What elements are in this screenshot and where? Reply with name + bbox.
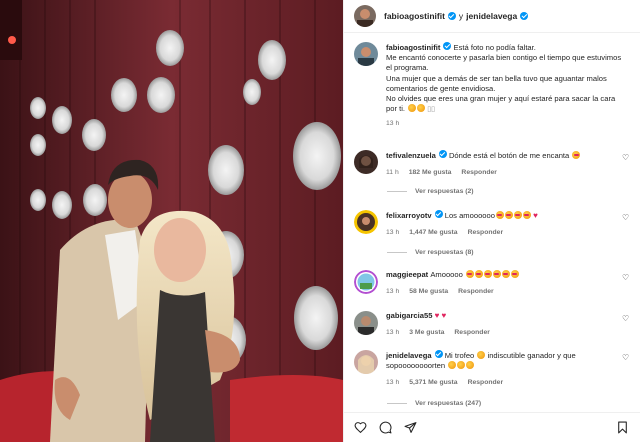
post-caption: fabioagostinifit Está foto no podía falt… — [354, 42, 634, 130]
box-glyph-icon: ▯▯ — [427, 106, 435, 114]
heart-eyes-emoji-icon — [474, 270, 483, 278]
heart-eyes-emoji-icon — [513, 211, 522, 219]
verified-icon — [434, 350, 443, 358]
smiley-emoji-icon — [477, 351, 486, 359]
view-replies-button[interactable]: Ver respuestas (2) — [387, 188, 474, 195]
verified-icon — [447, 12, 456, 20]
caption-avatar[interactable] — [354, 42, 378, 66]
face-emoji-icon — [457, 361, 466, 370]
post-panel: fabioagostinifit y jenidelavega fabioago… — [343, 0, 640, 442]
reply-button[interactable]: Responder — [458, 287, 494, 297]
share-icon[interactable] — [404, 421, 417, 434]
reply-button[interactable]: Responder — [454, 328, 490, 338]
verified-icon — [438, 150, 447, 158]
comment-likes[interactable]: 182 Me gusta — [409, 168, 452, 178]
post-photo — [0, 0, 343, 442]
author-avatar[interactable] — [354, 5, 376, 27]
comment-likes[interactable]: 58 Me gusta — [409, 287, 448, 297]
verified-icon — [520, 12, 529, 20]
caption-time: 13 h — [386, 120, 400, 128]
header-conjunction: y — [458, 11, 464, 21]
like-heart-icon[interactable]: ♡ — [622, 214, 630, 222]
like-heart-icon[interactable]: ♡ — [622, 354, 630, 362]
comment-username[interactable]: felixarroyotv — [386, 211, 432, 220]
view-replies-button[interactable]: Ver respuestas (8) — [387, 249, 474, 256]
flexed-emoji-icon — [408, 104, 417, 113]
comment-username[interactable]: tefivalenzuela — [386, 151, 436, 160]
comment-avatar[interactable] — [354, 270, 378, 294]
comment-username[interactable]: maggieepat — [386, 270, 428, 279]
comment-username[interactable]: gabigarcia55 — [386, 311, 432, 320]
comment-time: 11 h — [386, 169, 399, 177]
comment-item: jenidelavega Mi trofeo indiscutible gana… — [354, 350, 634, 389]
comment-text: Los amoooooo — [444, 211, 495, 220]
heart-eyes-emoji-icon — [483, 270, 492, 278]
comment-username[interactable]: jenidelavega — [386, 351, 432, 360]
comment-text: Dónde está el botón de me encanta — [448, 151, 570, 160]
comment-time: 13 h — [386, 379, 400, 387]
heart-eyes-emoji-icon — [501, 270, 510, 278]
caption-username[interactable]: fabioagostinifit — [386, 43, 440, 52]
face-emoji-icon — [448, 361, 457, 370]
action-bar — [344, 412, 640, 442]
caption-text-1: Está foto no podía faltar. — [453, 43, 536, 52]
comment-avatar[interactable] — [354, 311, 378, 335]
heart-eyes-emoji-icon — [504, 211, 513, 219]
heart-eyes-emoji-icon — [522, 211, 531, 219]
comment-avatar[interactable] — [354, 150, 378, 174]
post-header: fabioagostinifit y jenidelavega — [344, 0, 640, 33]
like-heart-icon[interactable]: ♡ — [622, 154, 630, 162]
verified-icon — [443, 42, 452, 50]
comment-icon[interactable] — [379, 421, 392, 434]
red-heart-icon: ♥ — [533, 211, 538, 220]
face-emoji-icon — [417, 104, 426, 113]
author-username[interactable]: fabioagostinifit — [384, 11, 445, 21]
reply-button[interactable]: Responder — [468, 378, 504, 388]
face-emoji-icon — [466, 361, 475, 370]
comment-item: tefivalenzuela Dónde está el botón de me… — [354, 150, 634, 178]
caption-text-2: Me encantó conocerte y pasarla bien cont… — [386, 53, 622, 73]
heart-eyes-emoji-icon — [492, 270, 501, 278]
comment-avatar[interactable] — [354, 210, 378, 234]
comment-item: maggieepat Amooooo 13 h 58 Me gusta Respon… — [354, 270, 634, 297]
collaborator-username[interactable]: jenidelavega — [466, 11, 517, 21]
heart-eyes-emoji-icon — [465, 270, 474, 278]
comment-time: 13 h — [386, 329, 400, 337]
caption-text-3: Una mujer que a demás de ser tan bella t… — [386, 73, 607, 93]
heart-eyes-emoji-icon — [572, 151, 581, 159]
like-heart-icon[interactable]: ♡ — [622, 315, 630, 323]
heart-eyes-emoji-icon — [495, 211, 504, 219]
reply-button[interactable]: Responder — [461, 168, 497, 178]
comment-likes[interactable]: 5,371 Me gusta — [409, 378, 457, 388]
post-image — [0, 0, 343, 442]
bookmark-icon[interactable] — [616, 421, 629, 434]
comment-avatar[interactable] — [354, 350, 378, 374]
like-heart-icon[interactable]: ♡ — [622, 274, 630, 282]
comment-text: Mi trofeo — [444, 351, 475, 360]
verified-icon — [434, 210, 443, 218]
comment-text: Amooooo — [430, 270, 463, 279]
comment-time: 13 h — [386, 229, 400, 237]
heart-eyes-emoji-icon — [510, 270, 519, 278]
comment-item: felixarroyotv Los amoooooo ♥ 13 h 1,447 M… — [354, 210, 634, 238]
comment-likes[interactable]: 3 Me gusta — [409, 328, 444, 338]
view-replies-button[interactable]: Ver respuestas (247) — [387, 400, 481, 407]
comment-likes[interactable]: 1,447 Me gusta — [409, 228, 457, 238]
reply-button[interactable]: Responder — [468, 228, 504, 238]
red-hearts-icon: ♥ ♥ — [434, 311, 447, 320]
comment-item: gabigarcia55 ♥ ♥ 13 h 3 Me gusta Responder… — [354, 311, 634, 338]
comment-time: 13 h — [386, 288, 400, 296]
heart-icon[interactable] — [354, 421, 367, 434]
